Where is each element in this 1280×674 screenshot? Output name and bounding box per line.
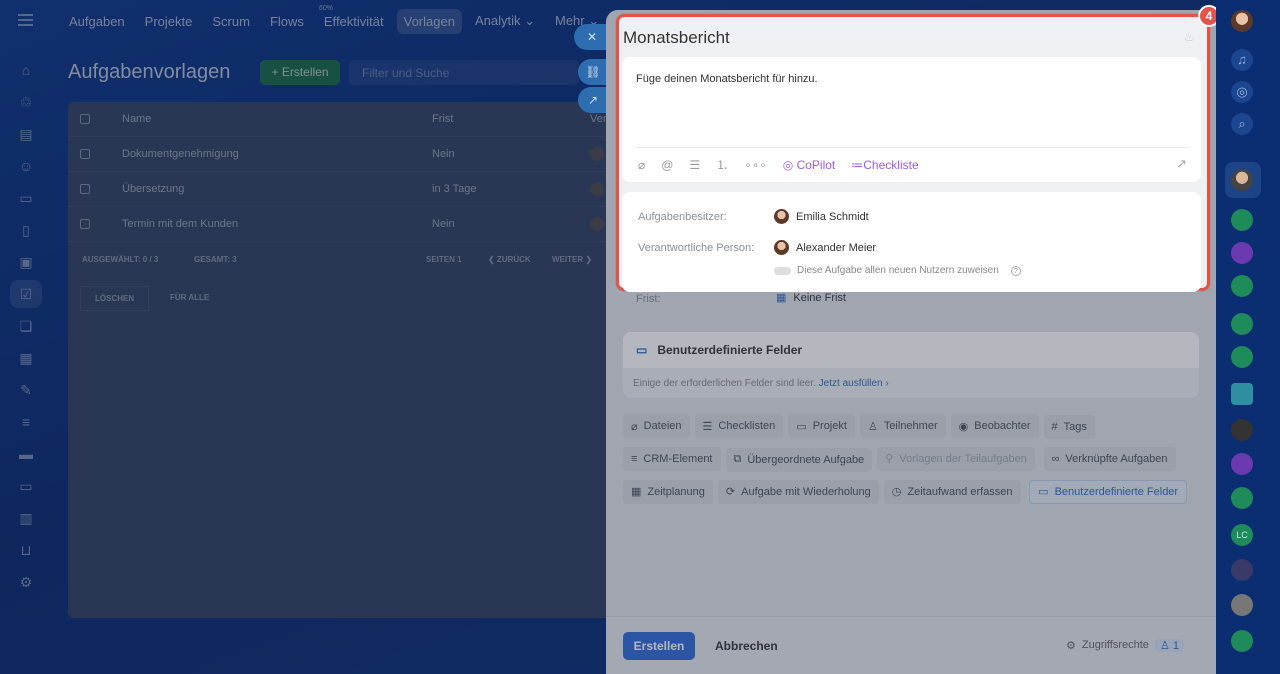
copilot-button[interactable]: ◎ CoPilot bbox=[783, 158, 836, 172]
avatar[interactable] bbox=[1231, 594, 1253, 616]
description-text[interactable]: Füge deinen Monatsbericht für hinzu. bbox=[636, 73, 818, 85]
copilot-chat-icon[interactable] bbox=[1231, 453, 1253, 475]
checklist-icon: ≔ bbox=[851, 157, 864, 172]
numbered-list-icon[interactable]: ⒈ bbox=[716, 156, 728, 173]
owner-label: Aufgabenbesitzer: bbox=[638, 211, 727, 223]
open-new-window-icon[interactable]: ↗ bbox=[578, 87, 608, 113]
bullet-list-icon[interactable]: ☰ bbox=[689, 158, 700, 172]
task-chat-icon[interactable] bbox=[1231, 346, 1253, 368]
user-avatar[interactable] bbox=[1231, 10, 1253, 32]
avatar[interactable] bbox=[1231, 169, 1253, 191]
avatar bbox=[774, 240, 789, 255]
bell-icon[interactable]: ♫ bbox=[1231, 49, 1253, 71]
copilot-icon[interactable]: ◎ bbox=[1231, 81, 1253, 103]
close-icon[interactable]: ✕ bbox=[574, 24, 610, 50]
assign-all-toggle[interactable] bbox=[774, 266, 791, 275]
search-chat-icon[interactable]: ⌕ bbox=[1231, 113, 1253, 135]
avatar bbox=[774, 209, 789, 224]
help-icon[interactable]: ? bbox=[1010, 265, 1021, 276]
task-chat-icon[interactable] bbox=[1231, 209, 1253, 231]
task-chat-icon[interactable] bbox=[1231, 313, 1253, 335]
assign-all-label: Diese Aufgabe allen neuen Nutzern zuweis… bbox=[797, 265, 999, 276]
owner-value[interactable]: Emilia Schmidt bbox=[774, 209, 869, 224]
checklist-button[interactable]: ≔Checkliste bbox=[851, 158, 918, 172]
avatar[interactable] bbox=[1231, 419, 1253, 441]
task-chat-icon[interactable] bbox=[1231, 275, 1253, 297]
more-icon[interactable]: ∘∘∘ bbox=[744, 158, 767, 172]
task-title[interactable]: Monatsbericht bbox=[623, 28, 730, 48]
mention-icon[interactable]: @ bbox=[661, 158, 673, 172]
link-icon[interactable]: ⛓ bbox=[578, 59, 608, 85]
flame-icon[interactable]: ♨ bbox=[1183, 29, 1195, 45]
right-sidebar: ♫ ◎ ⌕ LC bbox=[1216, 0, 1280, 674]
fullscreen-icon[interactable]: ↗ bbox=[1176, 156, 1187, 172]
description-editor[interactable]: Füge deinen Monatsbericht für hinzu. ⌀ @… bbox=[622, 57, 1201, 182]
task-chat-icon[interactable] bbox=[1231, 487, 1253, 509]
attachment-icon[interactable]: ⌀ bbox=[638, 158, 645, 172]
lc-chat[interactable]: LC bbox=[1231, 524, 1253, 546]
task-chat-icon[interactable] bbox=[1231, 630, 1253, 652]
responsible-value[interactable]: Alexander Meier bbox=[774, 240, 876, 255]
copilot-icon: ◎ bbox=[782, 157, 794, 172]
group-chat-icon[interactable] bbox=[1231, 383, 1253, 405]
people-section: Aufgabenbesitzer: Emilia Schmidt Verantw… bbox=[622, 192, 1201, 292]
highlighted-card: Monatsbericht ♨ Füge deinen Monatsberich… bbox=[616, 14, 1210, 292]
avatar[interactable] bbox=[1231, 559, 1253, 581]
copilot-chat-icon[interactable] bbox=[1231, 242, 1253, 264]
responsible-label: Verantwortliche Person: bbox=[638, 242, 755, 254]
